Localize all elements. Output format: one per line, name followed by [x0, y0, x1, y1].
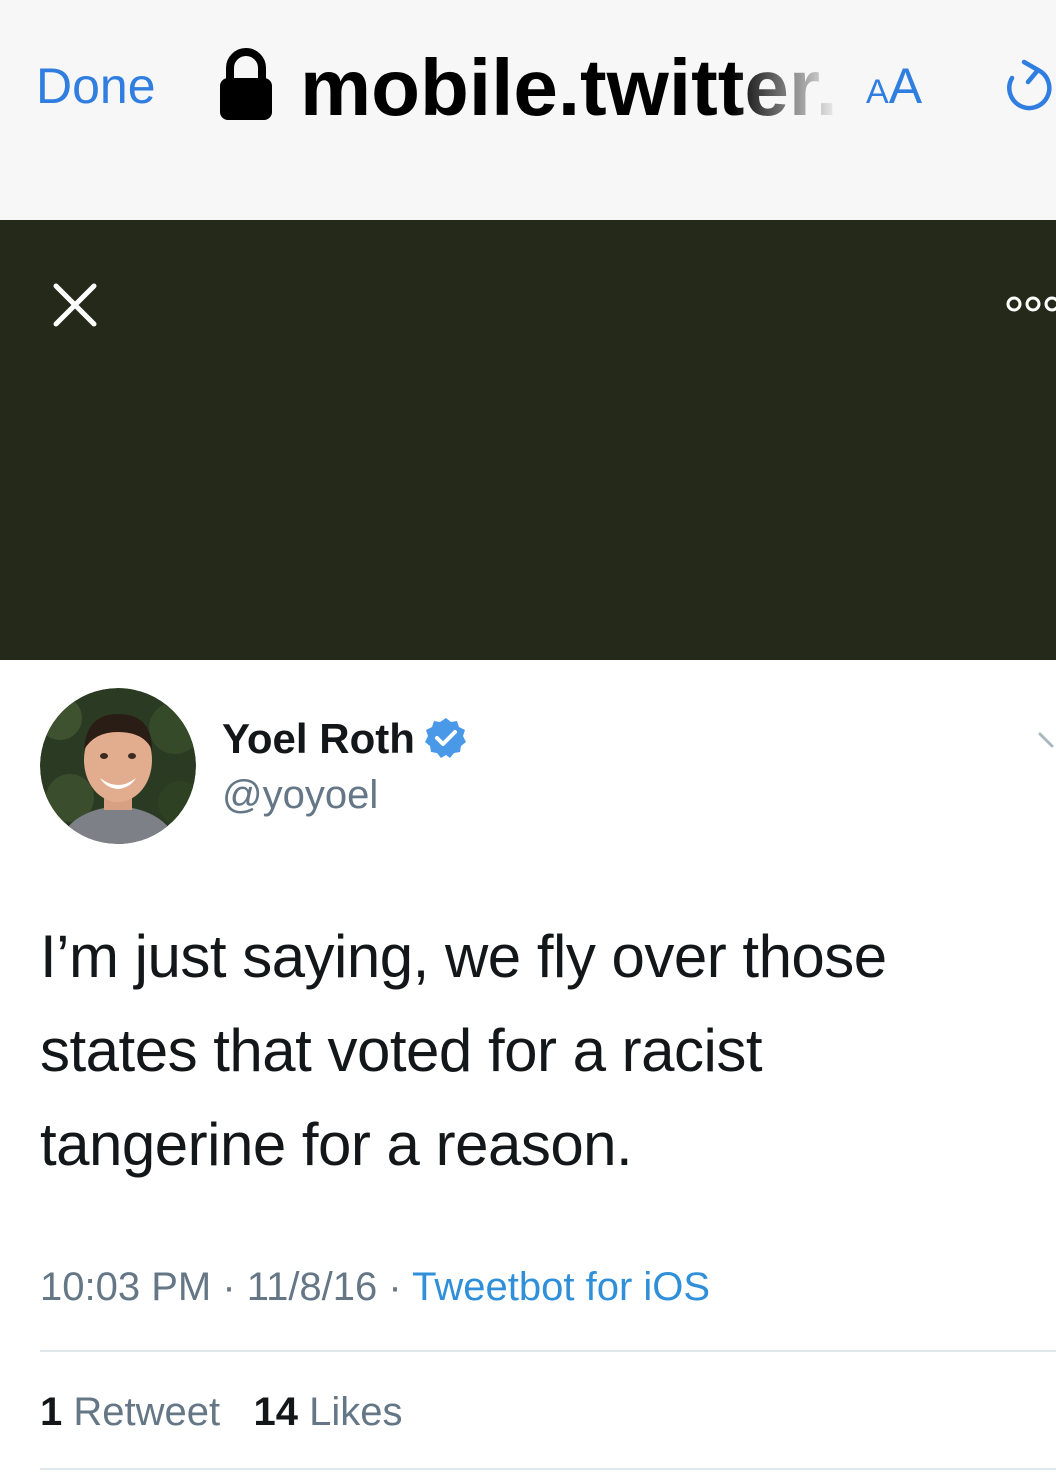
divider — [40, 1468, 1056, 1470]
tweet-stats: 1 Retweet 14 Likes — [40, 1382, 402, 1442]
retweet-count: 1 — [40, 1390, 63, 1434]
like-label: Likes — [309, 1390, 403, 1434]
tweet-text: I’m just saying, we fly over those state… — [40, 923, 887, 1178]
like-count: 14 — [253, 1390, 298, 1434]
retweet-label: Retweet — [73, 1390, 221, 1434]
tweet-time: 10:03 PM — [40, 1265, 212, 1309]
chevron-down-icon[interactable] — [1036, 728, 1056, 752]
retweet-count-link[interactable]: 1 Retweet — [40, 1390, 220, 1434]
display-name-text: Yoel Roth — [222, 715, 415, 762]
avatar[interactable] — [40, 688, 196, 844]
url-field[interactable]: mobile.twitter.com — [300, 38, 840, 138]
text-size-button[interactable]: AA — [866, 56, 922, 129]
verified-badge-icon — [424, 718, 466, 758]
divider — [40, 1350, 1056, 1352]
user-handle[interactable]: @yoyoel — [222, 770, 378, 820]
meta-separator: · — [388, 1265, 402, 1309]
text-size-large-label: A — [888, 58, 923, 114]
lock-icon — [220, 48, 272, 120]
meta-separator: · — [222, 1265, 236, 1309]
tweet-source-link[interactable]: Tweetbot for iOS — [412, 1265, 710, 1309]
media-header — [0, 220, 1056, 660]
text-size-small-label: A — [866, 73, 889, 111]
tweet-date: 11/8/16 — [246, 1265, 378, 1309]
close-icon[interactable] — [52, 282, 98, 328]
more-options-icon[interactable] — [1006, 292, 1056, 316]
display-name[interactable]: Yoel Roth — [222, 714, 467, 764]
done-button[interactable]: Done — [36, 56, 156, 116]
tweet-card: Yoel Roth @yoyoel I’m just saying, we fl… — [0, 660, 1056, 1484]
reload-icon[interactable] — [998, 56, 1054, 116]
browser-toolbar: Done mobile.twitter.com AA — [0, 0, 1056, 220]
tweet-meta: 10:03 PM · 11/8/16 · Tweetbot for iOS — [40, 1260, 710, 1314]
like-count-link[interactable]: 14 Likes — [253, 1390, 402, 1434]
